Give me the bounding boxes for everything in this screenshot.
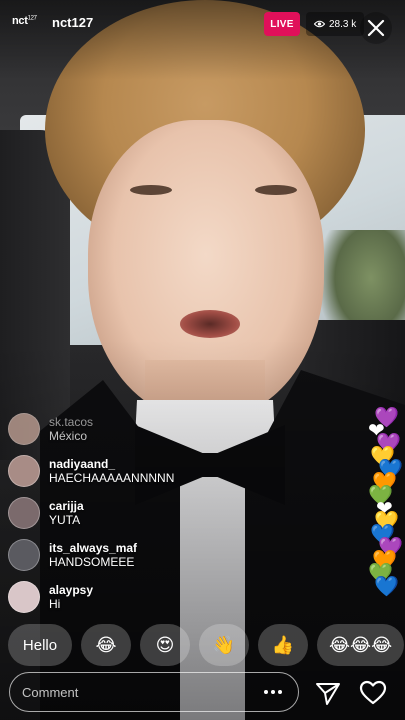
avatar[interactable]: [8, 539, 40, 571]
quick-reaction-label: 👍: [271, 634, 295, 656]
comment-text: alaypsy Hi: [49, 583, 93, 611]
top-bar: nct127 nct127 LIVE 28.3 k: [0, 0, 405, 48]
comment-message: HANDSOMEEE: [49, 555, 135, 569]
brand-logo[interactable]: nct127: [12, 15, 37, 27]
avatar[interactable]: [8, 413, 40, 445]
quick-reaction-button[interactable]: 👋: [199, 624, 249, 666]
person-eye-left: [130, 185, 172, 195]
like-button[interactable]: [358, 678, 388, 708]
comment-message: Hi: [49, 597, 61, 611]
send-button[interactable]: [313, 678, 343, 708]
avatar[interactable]: [8, 581, 40, 613]
avatar[interactable]: [8, 455, 40, 487]
comment-message: HAECHAAAAANNNNN: [49, 471, 175, 485]
person-eye-right: [255, 185, 297, 195]
comment-username[interactable]: nadiyaand_: [49, 457, 174, 471]
comment-item[interactable]: nadiyaand_ HAECHAAAAANNNNN: [8, 450, 248, 492]
broadcaster-username[interactable]: nct127: [52, 15, 93, 30]
live-badge: LIVE: [264, 12, 300, 36]
quick-reaction-label: Hello: [22, 636, 58, 654]
quick-reaction-button[interactable]: Hello: [8, 624, 72, 666]
avatar[interactable]: [8, 497, 40, 529]
comment-text: nadiyaand_ HAECHAAAAANNNNN: [49, 457, 174, 485]
floating-heart-icon: 💙: [374, 576, 399, 598]
more-dot: [264, 690, 268, 694]
quick-reaction-label: 👋: [212, 634, 236, 656]
comment-username[interactable]: its_always_maf: [49, 541, 137, 555]
quick-reaction-button[interactable]: 👍: [258, 624, 308, 666]
person-mouth: [180, 310, 240, 338]
quick-reaction-button[interactable]: 😂: [81, 624, 131, 666]
comment-username[interactable]: carijja: [49, 499, 84, 513]
comment-message: YUTA: [49, 513, 81, 527]
quick-reactions-bar: Hello 😂 😍 👋 👍 😂😂😂: [8, 624, 405, 666]
brand-logo-text: nct: [12, 15, 28, 27]
comment-text: sk.tacos México: [49, 415, 93, 443]
comment-item[interactable]: its_always_maf HANDSOMEEE: [8, 534, 248, 576]
more-dot: [278, 690, 282, 694]
viewer-count-badge[interactable]: 28.3 k: [306, 12, 365, 36]
floating-hearts: 💜 ❤ 💜 💛 💙 🧡 💚 ❤ 💛 💙 💜 🧡 💚 💙: [368, 408, 404, 608]
paper-plane-icon: [316, 683, 340, 705]
more-dot: [271, 690, 275, 694]
comment-item[interactable]: sk.tacos México: [8, 408, 248, 450]
quick-reaction-label: 😍: [155, 634, 175, 656]
heart-icon: [359, 680, 387, 705]
comment-text: its_always_maf HANDSOMEEE: [49, 541, 137, 569]
comment-box[interactable]: [9, 672, 299, 712]
more-options-button[interactable]: [260, 686, 286, 698]
comment-text: carijja YUTA: [49, 499, 84, 527]
comment-input[interactable]: [22, 684, 260, 700]
brand-logo-sup: 127: [27, 15, 37, 22]
comment-item[interactable]: alaypsy Hi: [8, 576, 248, 618]
comment-username[interactable]: alaypsy: [49, 583, 93, 597]
close-button[interactable]: [360, 12, 392, 44]
comment-item[interactable]: carijja YUTA: [8, 492, 248, 534]
close-icon: [367, 19, 385, 37]
comments-feed[interactable]: sk.tacos México nadiyaand_ HAECHAAAAANNNNN c…: [8, 408, 248, 618]
quick-reaction-button[interactable]: 😍: [140, 624, 190, 666]
eye-icon: [314, 20, 325, 28]
quick-reaction-button[interactable]: 😂😂😂: [317, 624, 405, 666]
comment-message: México: [49, 429, 88, 443]
quick-reaction-label: 😂: [95, 634, 117, 656]
viewer-count: 28.3 k: [329, 18, 357, 30]
comment-username[interactable]: sk.tacos: [49, 415, 93, 429]
quick-reaction-label: 😂😂😂: [329, 634, 393, 656]
